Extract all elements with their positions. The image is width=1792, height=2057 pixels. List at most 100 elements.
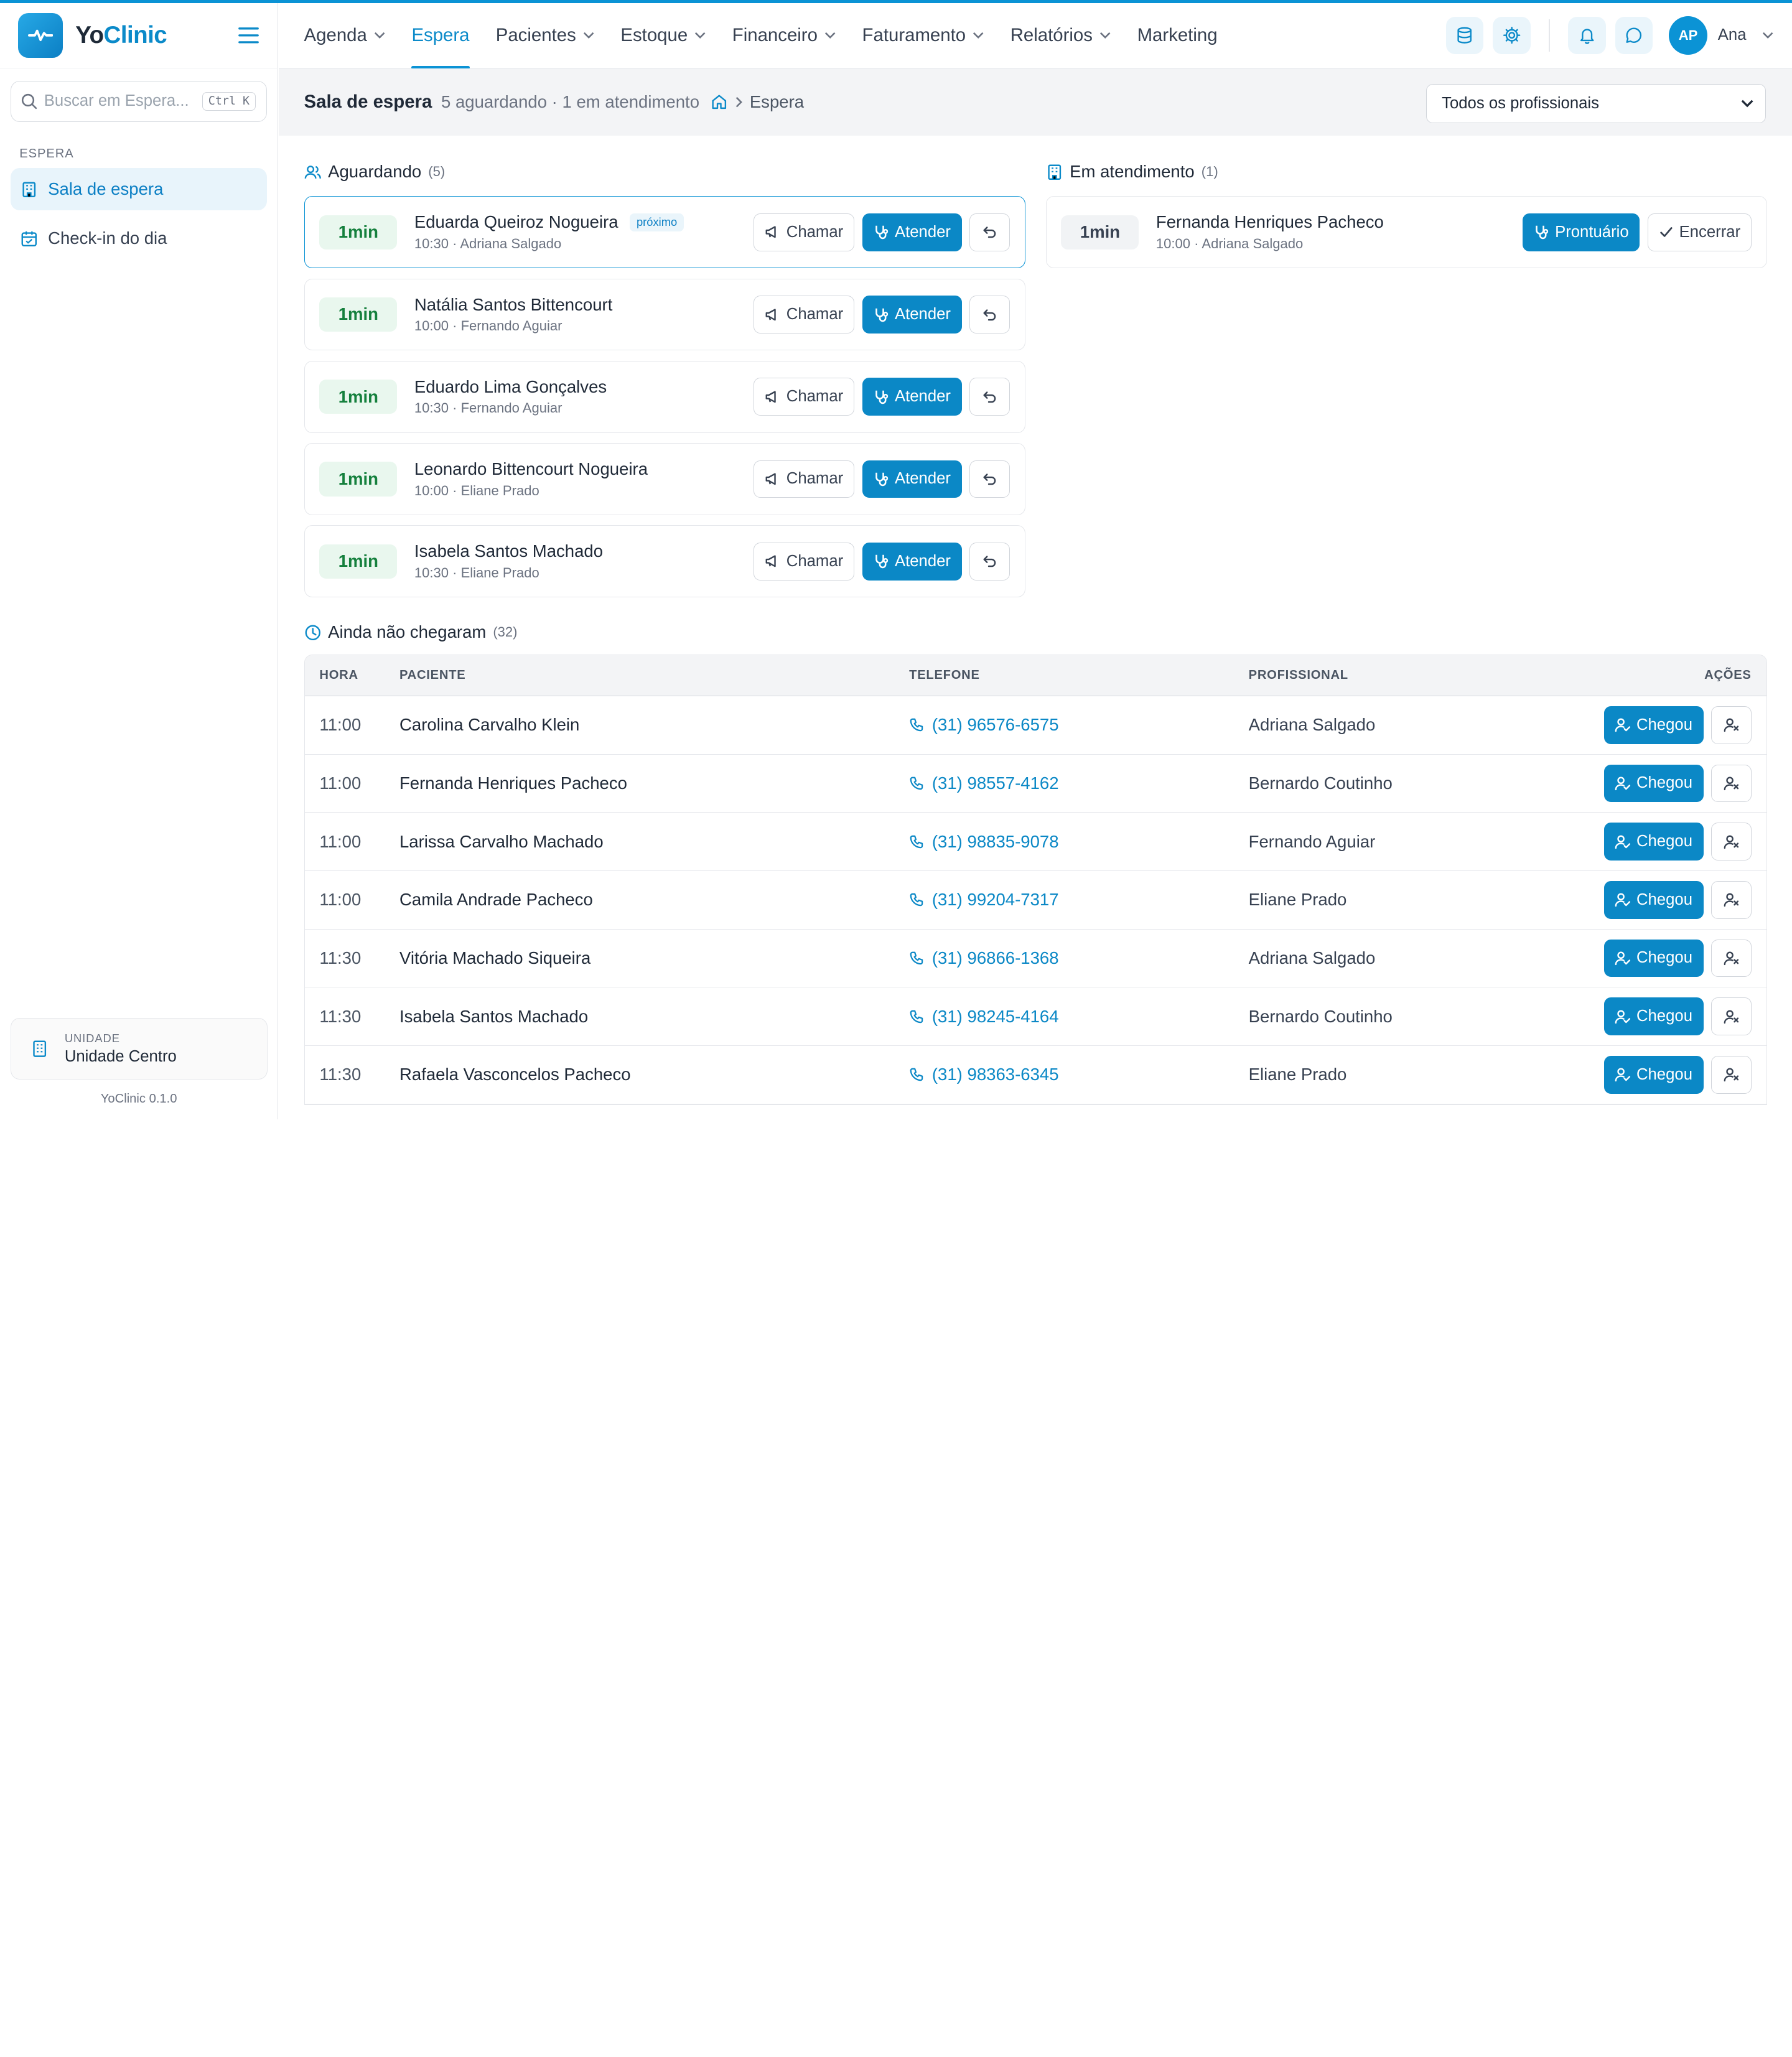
cell-hora: 11:30 <box>319 948 362 968</box>
chamar-button[interactable]: Chamar <box>754 460 854 498</box>
card-actions: Chamar Atender <box>746 213 1025 251</box>
cell-telefone[interactable]: (31) 96866-1368 <box>909 948 1248 968</box>
user-x-icon[interactable] <box>1711 764 1752 803</box>
stethoscope-icon <box>873 389 889 405</box>
nav-financeiro[interactable]: Financeiro <box>732 3 836 68</box>
chegou-button[interactable]: Chegou <box>1603 881 1704 919</box>
gear-icon[interactable] <box>1493 16 1531 55</box>
atender-label: Atender <box>894 552 951 570</box>
professional-filter-select[interactable]: Todos os profissionais <box>1426 84 1766 123</box>
cell-telefone[interactable]: (31) 98557-4162 <box>909 773 1248 793</box>
phone-number[interactable]: (31) 98245-4164 <box>932 1007 1059 1027</box>
cell-hora: 11:30 <box>319 1065 362 1084</box>
megaphone-icon <box>765 471 781 487</box>
col-paciente[interactable]: PACIENTE <box>399 668 909 683</box>
sidebar: YoClinic Buscar em Espera... Ctrl K ESPE… <box>0 3 278 1120</box>
cell-telefone[interactable]: (31) 98835-9078 <box>909 832 1248 852</box>
atender-button[interactable]: Atender <box>862 542 962 581</box>
database-icon[interactable] <box>1445 16 1484 55</box>
nav-estoque[interactable]: Estoque <box>620 3 706 68</box>
avatar[interactable]: AP <box>1668 16 1708 55</box>
cell-telefone[interactable]: (31) 96576-6575 <box>909 715 1248 735</box>
sidebar-search[interactable]: Buscar em Espera... Ctrl K <box>10 80 267 122</box>
nav-relatorios[interactable]: Relatórios <box>1010 3 1111 68</box>
not-arrived-count: (32) <box>493 624 518 640</box>
cell-telefone[interactable]: (31) 98363-6345 <box>909 1065 1248 1084</box>
user-x-icon[interactable] <box>1711 881 1752 919</box>
table-row: 11:30 Rafaela Vasconcelos Pacheco (31) 983… <box>304 1046 1766 1104</box>
cell-profissional: Eliane Prado <box>1248 1065 1347 1084</box>
building-icon <box>30 1040 49 1058</box>
undo-icon[interactable] <box>969 542 1010 581</box>
chamar-button[interactable]: Chamar <box>754 296 854 334</box>
phone-number[interactable]: (31) 96576-6575 <box>932 715 1059 735</box>
patient-meta: 10:30 · Fernando Aguiar <box>414 400 562 416</box>
user-check-icon <box>1615 1066 1631 1083</box>
atender-button[interactable]: Atender <box>862 213 962 251</box>
nav-agenda[interactable]: Agenda <box>304 3 386 68</box>
phone-number[interactable]: (31) 98363-6345 <box>932 1065 1059 1084</box>
undo-icon[interactable] <box>969 296 1010 334</box>
prontuario-button[interactable]: Prontuário <box>1522 213 1640 251</box>
atender-button[interactable]: Atender <box>862 378 962 416</box>
waiting-card: 1min Eduarda Queiroz Nogueira próximo 10:30… <box>304 196 1025 269</box>
in-service-card: 1min Fernanda Henriques Pacheco 10:00 · … <box>1045 196 1767 269</box>
logo-pulse-icon <box>18 13 63 58</box>
unit-selector[interactable]: UNIDADE Unidade Centro <box>10 1017 268 1080</box>
megaphone-icon <box>765 307 781 323</box>
cell-acoes: Chegou <box>1592 1055 1766 1094</box>
encerrar-button[interactable]: Encerrar <box>1648 213 1752 251</box>
chegou-button[interactable]: Chegou <box>1603 997 1704 1035</box>
col-hora[interactable]: HORA <box>305 668 399 683</box>
undo-icon[interactable] <box>969 213 1010 251</box>
bell-icon[interactable] <box>1568 16 1606 55</box>
chegou-button[interactable]: Chegou <box>1603 939 1704 977</box>
user-x-icon[interactable] <box>1711 939 1752 977</box>
user-name[interactable]: Ana <box>1718 26 1747 44</box>
cell-telefone[interactable]: (31) 98245-4164 <box>909 1007 1248 1027</box>
chamar-button[interactable]: Chamar <box>754 378 854 416</box>
user-x-icon[interactable] <box>1711 823 1752 861</box>
phone-number[interactable]: (31) 98835-9078 <box>932 832 1059 852</box>
top-right-actions: AP Ana <box>1437 16 1792 55</box>
atender-button[interactable]: Atender <box>862 460 962 498</box>
phone-number[interactable]: (31) 98557-4162 <box>932 773 1059 793</box>
col-profissional[interactable]: PROFISSIONAL <box>1249 668 1592 683</box>
undo-icon[interactable] <box>969 378 1010 416</box>
chegou-button[interactable]: Chegou <box>1603 706 1704 744</box>
card-actions: Chamar Atender <box>746 460 1025 498</box>
cell-telefone[interactable]: (31) 99204-7317 <box>909 890 1248 910</box>
cell-hora: 11:30 <box>319 1006 362 1026</box>
nav-marketing[interactable]: Marketing <box>1137 3 1218 68</box>
undo-icon[interactable] <box>969 460 1010 498</box>
table-body: 11:00 Carolina Carvalho Klein (31) 96576-6… <box>304 696 1766 1104</box>
waiting-card: 1min Isabela Santos Machado 10:30 · Eliane… <box>304 525 1025 598</box>
chegou-button[interactable]: Chegou <box>1603 764 1704 803</box>
chegou-button[interactable]: Chegou <box>1603 1055 1704 1094</box>
home-icon[interactable] <box>711 93 728 111</box>
menu-toggle-icon[interactable] <box>238 27 259 44</box>
logo-row: YoClinic <box>0 3 278 68</box>
user-x-icon[interactable] <box>1711 1055 1752 1094</box>
wait-time-badge: 1min <box>319 462 398 497</box>
search-icon <box>21 93 37 110</box>
sidebar-item-check-in[interactable]: Check-in do dia <box>11 217 267 259</box>
sidebar-item-sala-de-espera[interactable]: Sala de espera <box>10 168 267 211</box>
user-x-icon[interactable] <box>1711 997 1752 1035</box>
chamar-button[interactable]: Chamar <box>754 213 854 251</box>
chegou-button[interactable]: Chegou <box>1603 823 1704 861</box>
users-icon <box>304 164 322 181</box>
patient-name: Leonardo Bittencourt Nogueira <box>414 459 648 479</box>
chat-icon[interactable] <box>1615 16 1653 55</box>
sidebar-item-label: Check-in do dia <box>48 228 167 248</box>
atender-button[interactable]: Atender <box>862 296 962 334</box>
phone-number[interactable]: (31) 99204-7317 <box>932 890 1059 910</box>
chamar-button[interactable]: Chamar <box>754 542 854 581</box>
nav-faturamento[interactable]: Faturamento <box>862 3 984 68</box>
nav-pacientes[interactable]: Pacientes <box>496 3 594 68</box>
nav-espera[interactable]: Espera <box>411 3 470 70</box>
user-x-icon[interactable] <box>1711 706 1752 744</box>
phone-number[interactable]: (31) 96866-1368 <box>932 948 1059 968</box>
col-telefone[interactable]: TELEFONE <box>909 668 1248 683</box>
chevron-down-icon[interactable] <box>1762 32 1773 39</box>
